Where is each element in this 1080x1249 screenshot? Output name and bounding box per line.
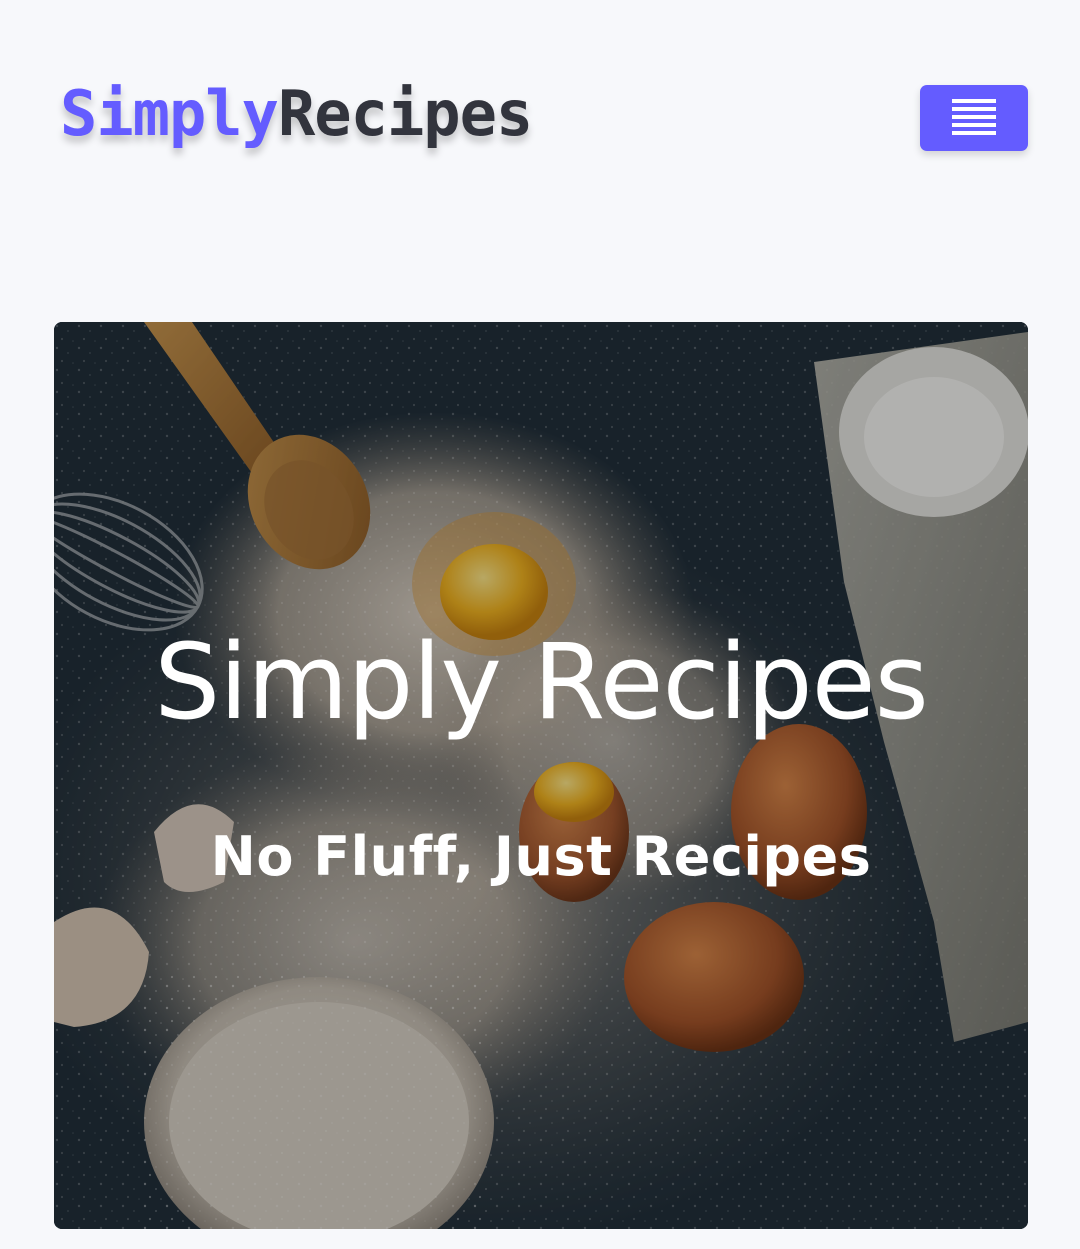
logo-text-simply: Simply — [60, 77, 279, 150]
navbar: SimplyRecipes — [0, 0, 1080, 230]
hero-title: Simply Recipes — [154, 621, 929, 743]
hero-banner: Simply Recipes No Fluff, Just Recipes — [54, 322, 1028, 1229]
menu-toggle-button[interactable] — [920, 85, 1028, 151]
hero-overlay — [54, 322, 1028, 1229]
logo-text-recipes: Recipes — [277, 77, 533, 150]
hamburger-menu-icon — [950, 94, 998, 142]
hero-subtitle: No Fluff, Just Recipes — [210, 825, 872, 888]
site-logo[interactable]: SimplyRecipes — [60, 74, 533, 154]
